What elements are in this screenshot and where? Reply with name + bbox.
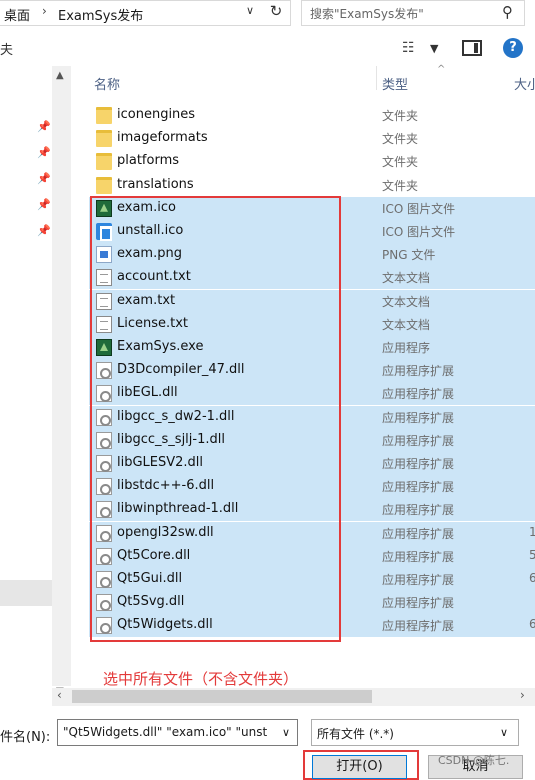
- annotation-text: 选中所有文件（不含文件夹）: [103, 670, 299, 688]
- chevron-right-icon: ›: [42, 4, 47, 18]
- file-type-filter[interactable]: 所有文件 (*.*) ∨: [311, 719, 519, 746]
- open-button[interactable]: 打开(O): [312, 755, 407, 779]
- breadcrumb-folder[interactable]: ExamSys发布: [58, 5, 143, 24]
- view-dropdown-icon[interactable]: ▼: [430, 42, 438, 55]
- file-type: 应用程序扩展: [382, 503, 455, 518]
- filename-value[interactable]: "Qt5Widgets.dll" "exam.ico" "unst: [63, 725, 273, 739]
- horizontal-scrollbar[interactable]: ‹ ›: [52, 688, 535, 706]
- file-type: 文件夹: [382, 155, 419, 170]
- file-type-filter-value[interactable]: 所有文件 (*.*): [317, 725, 394, 742]
- folder-icon: [96, 153, 112, 171]
- file-type: 文本文档: [382, 294, 431, 309]
- file-type: 文本文档: [382, 317, 431, 332]
- file-type: 应用程序扩展: [382, 433, 455, 448]
- preview-pane-icon[interactable]: [462, 40, 482, 56]
- toolbar-truncated-label[interactable]: 夫: [0, 39, 13, 58]
- refresh-icon[interactable]: ↻: [266, 2, 286, 24]
- file-name: imageformats: [117, 130, 208, 146]
- file-type: 文件夹: [382, 178, 419, 193]
- nav-scrollbar[interactable]: ▲ ▼: [52, 66, 71, 697]
- column-divider[interactable]: [376, 66, 377, 90]
- chevron-down-icon[interactable]: ∨: [246, 4, 254, 17]
- file-row[interactable]: imageformats 文件夹: [89, 127, 535, 150]
- file-type: 应用程序扩展: [382, 410, 455, 425]
- scroll-right-icon[interactable]: ›: [520, 688, 525, 702]
- file-size: 5: [529, 547, 535, 562]
- file-type: 应用程序扩展: [382, 457, 455, 471]
- pin-icon: 📌: [37, 120, 51, 133]
- pin-icon: 📌: [37, 146, 51, 159]
- file-type: 应用程序扩展: [382, 387, 455, 402]
- file-type: ICO 图片文件: [382, 225, 456, 239]
- folder-icon: [96, 130, 112, 148]
- scroll-up-icon[interactable]: ▲: [56, 70, 64, 81]
- file-size: 6: [529, 571, 535, 585]
- folder-icon: [96, 176, 112, 194]
- file-type: 文件夹: [382, 109, 419, 123]
- file-name: platforms: [117, 153, 180, 169]
- file-row[interactable]: iconengines 文件夹: [89, 104, 535, 127]
- file-type: 应用程序扩展: [382, 573, 455, 587]
- watermark: CSDN @陈七.: [438, 754, 510, 767]
- column-header-type[interactable]: 类型: [382, 74, 408, 93]
- pin-icon: 📌: [37, 198, 51, 211]
- breadcrumb-desktop[interactable]: 桌面: [4, 5, 30, 24]
- pin-icon: 📌: [37, 224, 51, 237]
- address-bar[interactable]: 桌面 › ExamSys发布 ∨ ↻: [0, 0, 291, 26]
- column-header-size[interactable]: 大小: [514, 74, 535, 93]
- file-type: PNG 文件: [382, 248, 436, 263]
- annotation-highlight-box: [90, 196, 341, 642]
- chevron-down-icon[interactable]: ∨: [282, 726, 290, 739]
- file-type: 应用程序扩展: [382, 480, 455, 495]
- folder-icon: [96, 107, 112, 124]
- file-size: 1!: [529, 524, 535, 539]
- file-type: 应用程序扩展: [382, 596, 455, 611]
- pin-icon: 📌: [37, 172, 51, 185]
- file-type: 应用程序扩展: [382, 526, 455, 541]
- file-type: 文件夹: [382, 132, 419, 147]
- search-input[interactable]: 搜索"ExamSys发布": [310, 5, 424, 22]
- file-type: ICO 图片文件: [382, 201, 456, 216]
- chevron-down-icon[interactable]: ∨: [500, 726, 508, 739]
- filename-label: 件名(N):: [0, 730, 51, 745]
- search-box[interactable]: 搜索"ExamSys发布" ⚲: [301, 0, 525, 26]
- file-name: iconengines: [117, 107, 196, 122]
- file-type: 文本文档: [382, 271, 431, 286]
- help-icon[interactable]: ?: [503, 38, 523, 58]
- file-row[interactable]: translations 文件夹: [89, 174, 535, 197]
- file-name: translations: [117, 176, 194, 192]
- search-icon[interactable]: ⚲: [502, 3, 513, 21]
- filename-field[interactable]: "Qt5Widgets.dll" "exam.ico" "unst ∨: [57, 719, 298, 746]
- sort-ascending-icon: ^: [437, 64, 446, 75]
- file-size: 6: [529, 617, 535, 632]
- file-type: 应用程序扩展: [382, 364, 455, 379]
- scrollbar-thumb[interactable]: [72, 690, 372, 703]
- view-options-icon[interactable]: ☷: [402, 40, 415, 56]
- file-type: 应用程序扩展: [382, 549, 455, 564]
- navigation-selected-item[interactable]: [0, 580, 52, 606]
- file-type: 应用程序扩展: [382, 619, 455, 634]
- scroll-left-icon[interactable]: ‹: [57, 688, 62, 702]
- file-type: 应用程序: [382, 341, 431, 355]
- file-row[interactable]: platforms 文件夹: [89, 150, 535, 173]
- column-header-name[interactable]: 名称: [94, 74, 120, 93]
